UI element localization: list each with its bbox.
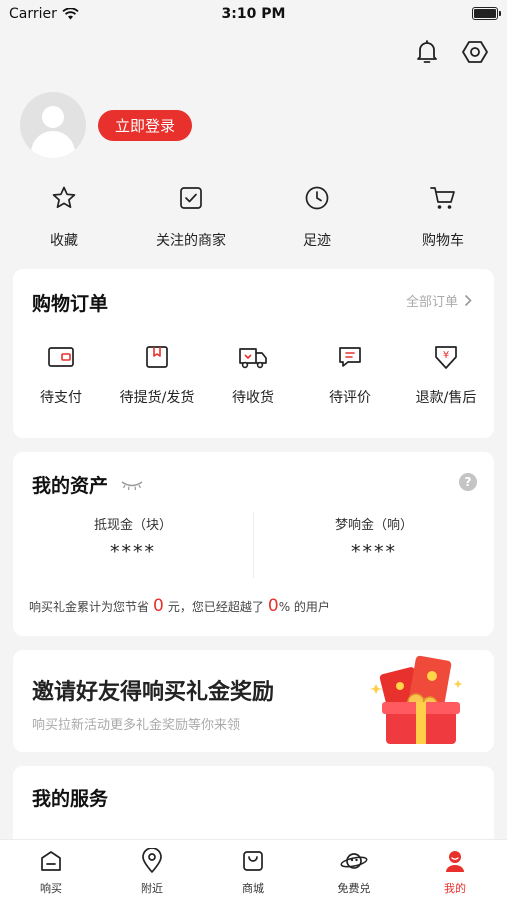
assets-title: 我的资产 <box>32 475 109 497</box>
order-status-label: 待提货/发货 <box>119 390 195 406</box>
invite-subtitle: 响买拉新活动更多礼金奖励等你来领 <box>32 718 241 733</box>
savings-note-suffix: % 的用户 <box>278 600 330 614</box>
svg-text:¥: ¥ <box>443 350 449 361</box>
cart-icon <box>430 187 455 209</box>
asset-value: **** <box>351 541 397 563</box>
savings-percent: 0 <box>267 596 279 616</box>
package-icon <box>146 346 168 368</box>
assets-card: 我的资产 ? 抵现金（块） **** 梦响金（响） **** 响买礼金累计为您节… <box>13 452 494 636</box>
refund-icon: ¥ <box>435 346 457 369</box>
avatar[interactable] <box>20 92 86 158</box>
location-pin-icon <box>142 848 162 873</box>
battery-icon <box>472 7 501 20</box>
savings-note: 响买礼金累计为您节省 0 元，您已经超越了 0 % 的用户 <box>29 596 330 616</box>
tab-label: 附近 <box>141 882 163 895</box>
tab-bar: 响买 附近 商城 免费兑 我的 <box>0 839 507 900</box>
truck-icon <box>239 348 267 369</box>
all-orders-label: 全部订单 <box>405 295 458 310</box>
status-time: 3:10 PM <box>221 6 286 22</box>
quick-link-favorites[interactable]: 收藏 <box>9 182 119 250</box>
help-icon[interactable]: ? <box>459 473 477 491</box>
savings-note-middle: 元，您已经超越了 <box>167 600 264 614</box>
savings-amount: 0 <box>153 596 164 616</box>
order-status-label: 待支付 <box>40 390 82 406</box>
clock-icon <box>305 186 329 210</box>
status-bar: Carrier 3:10 PM <box>0 0 507 30</box>
assets-title-row: 我的资产 <box>32 471 144 498</box>
avatar-head <box>42 106 64 128</box>
asset-value: **** <box>110 541 156 563</box>
avatar-body <box>31 131 75 158</box>
savings-note-prefix: 响买礼金累计为您节省 <box>29 600 150 614</box>
red-envelope-gift-icon <box>370 655 463 744</box>
quick-link-history[interactable]: 足迹 <box>262 182 372 250</box>
quick-link-label: 购物车 <box>422 233 464 249</box>
orders-card: 购物订单 全部订单 待支付 待提货/发货 待收货 待评价 ¥ 退款/售后 <box>13 269 494 438</box>
asset-label: 抵现金（块） <box>93 518 172 533</box>
order-status-label: 待收货 <box>232 390 274 406</box>
wallet-icon <box>48 347 74 367</box>
profile-header: 立即登录 <box>20 92 193 158</box>
comment-icon <box>339 347 361 367</box>
asset-dream-gold[interactable]: 梦响金（响） **** <box>254 514 494 563</box>
invite-title: 邀请好友得响买礼金奖励 <box>32 680 275 705</box>
tab-mall[interactable]: 商城 <box>203 848 303 896</box>
quick-link-cart[interactable]: 购物车 <box>388 182 498 250</box>
services-title: 我的服务 <box>32 788 109 810</box>
checkbox-icon <box>180 187 202 209</box>
star-icon <box>52 186 76 209</box>
home-icon <box>41 851 61 871</box>
order-status-label: 退款/售后 <box>415 390 477 406</box>
order-status-refund[interactable]: ¥ 退款/售后 <box>398 343 494 407</box>
order-status-label: 待评价 <box>329 390 371 406</box>
order-status-pickup-shipping[interactable]: 待提货/发货 <box>109 343 205 407</box>
quick-link-label: 关注的商家 <box>156 233 226 249</box>
header-actions <box>413 38 489 66</box>
settings-hexagon-icon[interactable] <box>461 38 489 66</box>
quick-link-label: 收藏 <box>50 233 78 249</box>
tab-free-redeem[interactable]: 免费兑 <box>304 848 404 896</box>
tab-label: 我的 <box>444 882 466 895</box>
planet-icon <box>340 853 368 869</box>
bell-icon[interactable] <box>413 38 441 66</box>
order-status-to-receive[interactable]: 待收货 <box>205 343 301 407</box>
shopping-bag-icon <box>243 851 263 871</box>
tab-home[interactable]: 响买 <box>1 848 101 896</box>
quick-links: 收藏 关注的商家 足迹 购物车 <box>0 182 507 252</box>
order-status-to-review[interactable]: 待评价 <box>302 343 398 407</box>
tab-label: 响买 <box>40 882 62 895</box>
asset-label: 梦响金（响） <box>334 518 413 533</box>
quick-link-followed-merchants[interactable]: 关注的商家 <box>136 182 246 250</box>
eye-closed-icon[interactable] <box>120 479 144 491</box>
tab-mine[interactable]: 我的 <box>405 848 505 896</box>
tab-nearby[interactable]: 附近 <box>102 848 202 896</box>
order-status-pending-payment[interactable]: 待支付 <box>13 343 109 407</box>
asset-cash-credit[interactable]: 抵现金（块） **** <box>13 514 253 563</box>
user-icon <box>446 851 464 872</box>
invite-banner[interactable]: 邀请好友得响买礼金奖励 响买拉新活动更多礼金奖励等你来领 <box>13 650 494 752</box>
tab-label: 免费兑 <box>337 882 371 895</box>
tab-label: 商城 <box>242 882 264 895</box>
orders-title: 购物订单 <box>32 293 109 315</box>
login-button[interactable]: 立即登录 <box>98 109 193 141</box>
chevron-right-icon <box>464 294 472 307</box>
quick-link-label: 足迹 <box>303 233 331 249</box>
all-orders-link[interactable]: 全部订单 <box>406 291 472 310</box>
